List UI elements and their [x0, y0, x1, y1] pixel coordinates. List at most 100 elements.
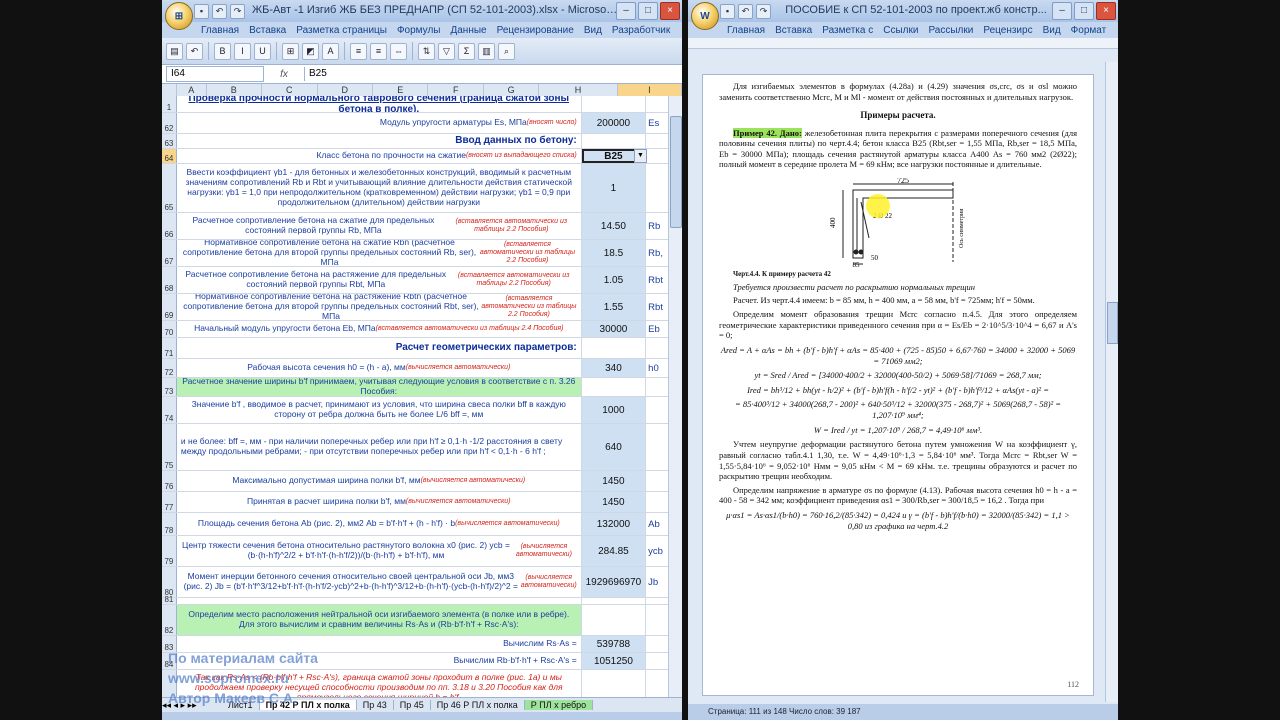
redo-icon[interactable]: ↷ [756, 4, 771, 19]
label-cell[interactable] [177, 598, 582, 604]
row-number[interactable]: 68 [162, 267, 177, 293]
zoom-icon[interactable]: ⌕ [498, 42, 515, 60]
label-cell[interactable]: Рабочая высота сечения h0 = (h - a), мм … [177, 359, 582, 377]
save-icon[interactable]: ▪ [194, 4, 209, 19]
label-cell[interactable]: и не более: bff =, мм - при наличии попе… [177, 424, 582, 470]
close-button[interactable]: × [1096, 2, 1116, 20]
label-cell[interactable]: Определим место расположения нейтральной… [176, 605, 582, 635]
label-cell[interactable]: Момент инерции бетонного сечения относит… [177, 567, 582, 597]
row-number[interactable]: 76 [162, 471, 177, 491]
minimize-button[interactable]: – [1052, 2, 1072, 20]
row-number[interactable]: 62 [162, 113, 177, 133]
value-cell[interactable]: 18.5 [581, 240, 647, 266]
row-number[interactable]: 81 [162, 595, 177, 604]
label-cell[interactable]: Проверка прочности нормального таврового… [177, 96, 582, 112]
value-cell[interactable]: 539788 [581, 636, 647, 652]
row-number[interactable]: 1 [162, 96, 177, 112]
value-cell[interactable]: 1929696970 [581, 567, 647, 597]
row-number[interactable]: 78 [162, 513, 177, 535]
value-cell[interactable]: 284.85 [581, 536, 647, 566]
align-left-icon[interactable]: ≡ [350, 42, 367, 60]
row-number[interactable]: 66 [162, 213, 177, 239]
scroll-thumb[interactable] [1107, 302, 1118, 344]
column-header-f[interactable]: F [428, 84, 484, 96]
column-header-i[interactable]: I [617, 84, 682, 96]
office-button[interactable]: ⊞ [165, 2, 193, 30]
label-cell[interactable]: Расчетное значение ширины b'f принимаем,… [176, 378, 582, 396]
row-number[interactable]: 82 [162, 605, 177, 635]
underline-icon[interactable]: U [254, 42, 271, 60]
name-box[interactable]: I64 [166, 66, 264, 82]
word-vertical-scrollbar[interactable] [1105, 62, 1118, 702]
formula-input[interactable]: B25 [304, 67, 682, 81]
ribbon-tab[interactable]: Рассылки [923, 25, 978, 36]
value-cell[interactable]: 1450 [581, 492, 647, 512]
label-cell[interactable]: Расчетное сопротивление бетона на растяж… [177, 267, 582, 293]
undo-icon[interactable]: ↶ [212, 4, 227, 19]
value-cell[interactable]: 1051250 [581, 653, 647, 669]
ribbon-tab[interactable]: Ссылки [878, 25, 923, 36]
row-number[interactable]: 74 [162, 397, 177, 423]
value-cell[interactable] [581, 96, 647, 112]
chart-icon[interactable]: ▥ [478, 42, 495, 60]
column-header-h[interactable]: H [539, 84, 618, 96]
label-cell[interactable]: Класс бетона по прочности на сжатие (вно… [177, 149, 582, 163]
column-header-g[interactable]: G [484, 84, 540, 96]
column-header-e[interactable]: E [373, 84, 429, 96]
paste-icon[interactable]: ▤ [166, 42, 183, 60]
italic-icon[interactable]: I [234, 42, 251, 60]
row-number[interactable]: 80 [162, 567, 177, 597]
value-cell[interactable] [581, 598, 647, 604]
value-cell[interactable] [581, 605, 647, 635]
value-cell[interactable]: 1.05 [581, 267, 647, 293]
ribbon-tab[interactable]: Главная [196, 25, 244, 36]
row-number[interactable]: 69 [162, 294, 177, 320]
maximize-button[interactable]: □ [638, 2, 658, 20]
close-button[interactable]: × [660, 2, 680, 20]
value-cell[interactable] [581, 134, 647, 148]
label-cell[interactable]: Ввести коэффициент γb1 - для бетонных и … [177, 164, 582, 212]
filter-icon[interactable]: ▽ [438, 42, 455, 60]
label-cell[interactable]: Расчет геометрических параметров: [177, 338, 582, 358]
column-header-d[interactable]: D [318, 84, 373, 96]
label-cell[interactable]: Расчетное сопротивление бетона на сжатие… [177, 213, 582, 239]
value-cell[interactable]: 1450 [581, 471, 647, 491]
ribbon-tab[interactable]: Формулы [392, 25, 446, 36]
office-button[interactable]: W [691, 2, 719, 30]
value-cell[interactable] [581, 378, 647, 396]
value-cell[interactable] [581, 338, 647, 358]
label-cell[interactable]: Нормативное сопротивление бетона на сжат… [177, 240, 582, 266]
select-all-corner[interactable] [162, 84, 177, 96]
label-cell[interactable]: Ввод данных по бетону: [177, 134, 582, 148]
value-cell[interactable] [581, 670, 647, 700]
value-cell[interactable]: 340 [581, 359, 647, 377]
label-cell[interactable]: Значение b'f , вводимое в расчет, приним… [177, 397, 582, 423]
row-number[interactable]: 65 [162, 164, 177, 212]
label-cell[interactable]: Центр тяжести сечения бетона относительн… [177, 536, 582, 566]
value-cell[interactable]: 640 [581, 424, 647, 470]
borders-icon[interactable]: ⊞ [282, 42, 299, 60]
label-cell[interactable]: Принятая в расчет ширина полки b'f, мм (… [177, 492, 582, 512]
font-color-icon[interactable]: A [322, 42, 339, 60]
row-number[interactable]: 75 [162, 424, 177, 470]
column-header-a[interactable]: A [177, 84, 207, 96]
value-cell[interactable]: 30000 [581, 321, 647, 337]
row-number[interactable]: 63 [162, 134, 177, 148]
row-number[interactable]: 70 [162, 321, 177, 337]
redo-icon[interactable]: ↷ [230, 4, 245, 19]
value-cell[interactable]: 14.50 [581, 213, 647, 239]
dropdown-arrow-icon[interactable]: ▼ [634, 149, 647, 163]
row-number[interactable]: 72 [162, 359, 177, 377]
undo-icon[interactable]: ↶ [738, 4, 753, 19]
minimize-button[interactable]: – [616, 2, 636, 20]
row-number[interactable]: 73 [162, 378, 177, 396]
undo-icon[interactable]: ↶ [186, 42, 203, 60]
label-cell[interactable]: Максимально допустимая ширина полки b'f,… [177, 471, 582, 491]
save-icon[interactable]: ▪ [720, 4, 735, 19]
row-number[interactable]: 67 [162, 240, 177, 266]
ribbon-tab[interactable]: Вид [1038, 25, 1066, 36]
ribbon-tab[interactable]: Разметка страницы [291, 25, 392, 36]
column-header-b[interactable]: B [207, 84, 263, 96]
ribbon-tab[interactable]: Формат [1066, 25, 1112, 36]
row-number[interactable]: 79 [162, 536, 177, 566]
